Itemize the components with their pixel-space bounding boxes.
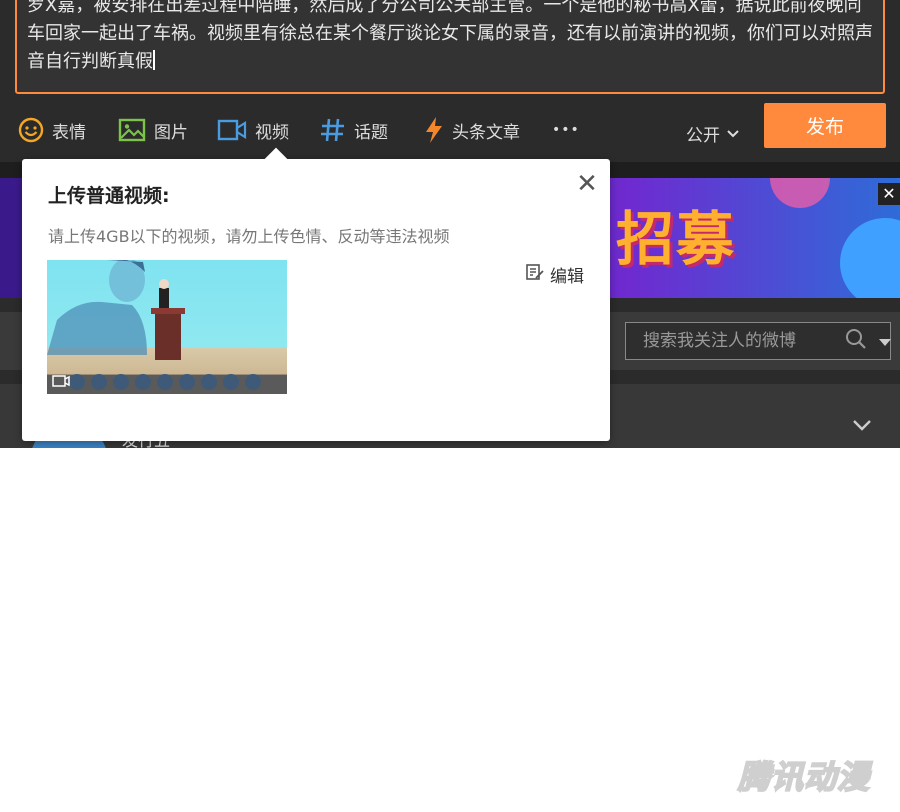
privacy-selector[interactable]: 公开	[686, 121, 740, 146]
post-composer[interactable]: 罗X嘉，被安排在出差过程中陪睡，然后成了分公司公关部主管。一个是他的秘书高X蕾，…	[15, 0, 885, 94]
lightning-icon	[424, 116, 444, 144]
article-tool[interactable]: 头条文章	[424, 116, 520, 144]
smiley-icon	[18, 117, 44, 143]
publish-button[interactable]: 发布	[764, 103, 886, 148]
emoji-label: 表情	[52, 122, 86, 143]
more-options-button[interactable]: •••	[552, 116, 580, 144]
popup-description: 请上传4GB以下的视频，请勿上传色情、反动等违法视频	[48, 227, 450, 246]
edit-video-button[interactable]: 编辑	[526, 262, 584, 287]
topic-label: 话题	[354, 122, 388, 143]
more-dots-icon: •••	[552, 122, 580, 138]
image-icon	[118, 118, 146, 142]
banner-close-icon[interactable]: ✕	[878, 183, 900, 205]
video-tool[interactable]: 视频	[217, 116, 289, 144]
text-caret	[153, 50, 155, 70]
composer-text[interactable]: 罗X嘉，被安排在出差过程中陪睡，然后成了分公司公关部主管。一个是他的秘书高X蕾，…	[27, 0, 877, 76]
search-icon[interactable]	[845, 328, 867, 354]
search-dropdown-icon[interactable]	[879, 332, 891, 351]
close-icon[interactable]: ✕	[576, 171, 598, 197]
popup-title: 上传普通视频:	[48, 185, 170, 207]
hashtag-icon	[320, 117, 346, 143]
topic-tool[interactable]: 话题	[320, 116, 388, 144]
banner-decor-circle	[770, 178, 830, 208]
emoji-tool[interactable]: 表情	[18, 116, 86, 144]
privacy-label: 公开	[686, 126, 720, 146]
video-upload-popup: 上传普通视频: ✕ 请上传4GB以下的视频，请勿上传色情、反动等违法视频 编辑	[22, 147, 610, 441]
follow-search-box	[625, 322, 891, 360]
video-label: 视频	[255, 122, 289, 143]
chevron-down-icon	[726, 124, 740, 144]
video-camera-icon	[217, 118, 247, 142]
follow-search-input[interactable]	[641, 330, 835, 352]
thumbnail-illustration	[47, 260, 261, 390]
edit-icon	[526, 263, 544, 286]
image-label: 图片	[154, 122, 188, 143]
edit-label: 编辑	[550, 267, 584, 287]
video-thumbnail[interactable]	[47, 260, 287, 394]
image-tool[interactable]: 图片	[118, 116, 188, 144]
banner-headline: 招募	[616, 205, 737, 273]
banner-decor-circle	[840, 218, 900, 298]
article-label: 头条文章	[452, 122, 520, 143]
weibo-app: 罗X嘉，被安排在出差过程中陪睡，然后成了分公司公关部主管。一个是他的秘书高X蕾，…	[0, 0, 900, 448]
watermark-logo: 腾讯动漫	[737, 757, 871, 797]
expand-chevron-icon[interactable]	[852, 416, 872, 435]
